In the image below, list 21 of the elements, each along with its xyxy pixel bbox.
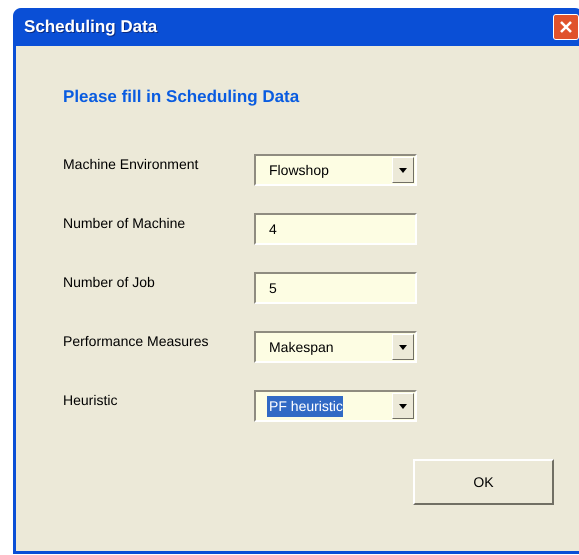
ok-button[interactable]: OK xyxy=(413,459,554,505)
input-field[interactable]: 4 xyxy=(254,213,417,245)
field-label: Heuristic xyxy=(63,391,118,410)
field-label: Number of Machine xyxy=(63,214,186,233)
caret-icon xyxy=(399,168,407,172)
dialog-heading: Please fill in Scheduling Data xyxy=(63,86,300,104)
dropdown-arrow-button[interactable] xyxy=(392,393,414,419)
close-icon xyxy=(559,20,573,34)
field-label: Machine Environment xyxy=(63,155,200,174)
field-label: Performance Measures xyxy=(63,332,210,351)
input-field[interactable]: 5 xyxy=(254,272,417,304)
field-label: Number of Job xyxy=(63,273,156,292)
window-title: Scheduling Data xyxy=(24,16,158,38)
dropdown-arrow-button[interactable] xyxy=(392,334,414,360)
close-button[interactable] xyxy=(553,14,579,40)
caret-icon xyxy=(399,404,407,408)
dropdown-arrow-button[interactable] xyxy=(392,157,414,183)
caret-icon xyxy=(399,344,407,350)
dropdown-field[interactable]: Makespan xyxy=(254,331,417,363)
dropdown-field[interactable]: Flowshop xyxy=(254,154,417,186)
dropdown-field[interactable]: PF heuristic xyxy=(254,390,417,422)
